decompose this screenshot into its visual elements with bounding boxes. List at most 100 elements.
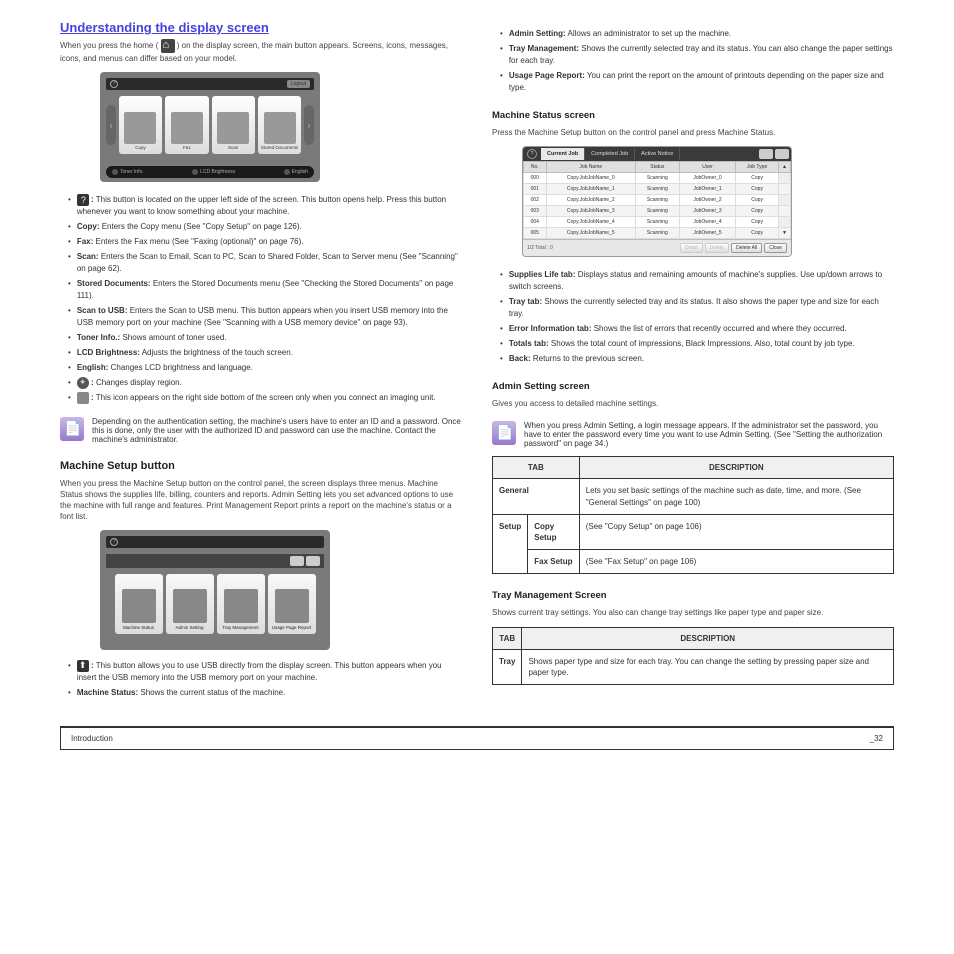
- list-item: •Usage Page Report: You can print the re…: [500, 70, 894, 94]
- detail-button[interactable]: Detail: [680, 243, 703, 253]
- topbar: ?: [106, 536, 324, 548]
- list-item: •Machine Status: Shows the current statu…: [68, 687, 462, 699]
- job-table: No. Job Name Status User Job Type ▲ 000C…: [523, 161, 791, 239]
- delete-button[interactable]: Delete: [705, 243, 729, 253]
- list-item: •LCD Brightness: Adjusts the brightness …: [68, 347, 462, 359]
- list-item: •Back: Returns to the previous screen.: [500, 353, 894, 365]
- subsection-intro: When you press the Machine Setup button …: [60, 478, 462, 523]
- copier-icon: [124, 112, 156, 144]
- right-top-bullets: •Admin Setting: Allows an administrator …: [492, 28, 894, 94]
- job-footer: 1/2 Total : 0 Detail Delete Delete All C…: [523, 239, 791, 256]
- table-row[interactable]: 002Copy.JobJobName_2ScanningJobOwner_2Co…: [524, 195, 791, 206]
- col-jobtype[interactable]: Job Type: [736, 162, 779, 173]
- status-bullets: •Supplies Life tab: Displays status and …: [492, 269, 894, 365]
- page: Understanding the display screen When yo…: [60, 20, 894, 750]
- tile-tray-mgmt[interactable]: Tray Management: [217, 574, 265, 634]
- setup-tiles: Machine Status Admin Setting Tray Manage…: [106, 574, 324, 634]
- col-no[interactable]: No.: [524, 162, 547, 173]
- bottom-bar: Toner Info. LCD Brightness English: [106, 166, 314, 178]
- home-icon: [161, 39, 175, 53]
- table-row[interactable]: 000Copy.JobJobName_0ScanningJobOwner_0Co…: [524, 173, 791, 184]
- usb-icon: [77, 660, 89, 672]
- tray-heading: Tray Management Screen: [492, 590, 894, 601]
- list-item: •Scan to USB: Enters the Scan to USB men…: [68, 305, 462, 329]
- tile-usage-report[interactable]: Usage Page Report: [268, 574, 316, 634]
- footer-left: Introduction: [71, 734, 113, 743]
- drum-icon: [77, 392, 89, 404]
- note-box: Depending on the authentication setting,…: [60, 417, 462, 444]
- header-tab: TAB: [493, 457, 580, 479]
- text: Shows current tray settings. You also ca…: [492, 607, 894, 618]
- tile-scan[interactable]: Scan: [212, 96, 255, 154]
- scroll-up-icon[interactable]: ▲: [779, 162, 791, 173]
- tile-copy[interactable]: Copy: [119, 96, 162, 154]
- text: Press the Machine Setup button on the co…: [492, 127, 894, 138]
- help-icon[interactable]: ?: [110, 80, 118, 88]
- tile-admin-setting[interactable]: Admin Setting: [166, 574, 214, 634]
- table-row[interactable]: 003Copy.JobJobName_3ScanningJobOwner_3Co…: [524, 206, 791, 217]
- report-icon: [275, 589, 309, 623]
- help-icon[interactable]: ?: [527, 149, 537, 159]
- list-item: •Scan: Enters the Scan to Email, Scan to…: [68, 251, 462, 275]
- note-icon: [492, 421, 516, 445]
- subbar: [106, 554, 324, 568]
- language[interactable]: English: [284, 169, 308, 175]
- list-item: • : Changes display region.: [68, 377, 462, 389]
- machine-setup-screenshot: ? Machine Status Admin Setting: [100, 530, 330, 650]
- tab-completed-job[interactable]: Completed Job: [585, 148, 635, 160]
- right-column: •Admin Setting: Allows an administrator …: [492, 20, 894, 702]
- list-item: •Tray Management: Shows the currently se…: [500, 43, 894, 67]
- col-status[interactable]: Status: [635, 162, 679, 173]
- tab-btn[interactable]: [775, 149, 789, 159]
- tile-stored-docs[interactable]: Stored Documents: [258, 96, 301, 154]
- documents-icon: [264, 112, 296, 144]
- list-item: •English: Changes LCD brightness and lan…: [68, 362, 462, 374]
- subbar-btn-2[interactable]: [306, 556, 320, 566]
- list-item: •Error Information tab: Shows the list o…: [500, 323, 894, 335]
- table-row[interactable]: 005Copy.JobJobName_5ScanningJobOwner_5Co…: [524, 228, 791, 239]
- tab-current-job[interactable]: Current Job: [541, 148, 585, 160]
- table-row: Fax Setup (See "Fax Setup" on page 106): [493, 550, 894, 574]
- footer-right: _32: [870, 734, 883, 743]
- brightness[interactable]: LCD Brightness: [192, 169, 235, 175]
- delete-all-button[interactable]: Delete All: [731, 243, 762, 253]
- subsection-title: Machine Setup button: [60, 460, 462, 472]
- machine-status-heading: Machine Status screen: [492, 110, 894, 121]
- tab-btn[interactable]: [759, 149, 773, 159]
- help-icon[interactable]: ?: [110, 538, 118, 546]
- tile-fax[interactable]: Fax: [165, 96, 208, 154]
- list-item: •Supplies Life tab: Displays status and …: [500, 269, 894, 293]
- col-jobname[interactable]: Job Name: [546, 162, 635, 173]
- list-item: •Tray tab: Shows the currently selected …: [500, 296, 894, 320]
- scroll-down-icon[interactable]: ▼: [779, 228, 791, 239]
- logout-button[interactable]: Logout: [287, 80, 310, 88]
- col-user[interactable]: User: [679, 162, 736, 173]
- toner-info[interactable]: Toner Info.: [112, 169, 144, 175]
- close-button[interactable]: Close: [764, 243, 787, 253]
- topbar: ? Logout: [106, 78, 314, 90]
- intro-text: When you press the home ( ) on the displ…: [60, 39, 462, 64]
- list-item: •Stored Documents: Enters the Stored Doc…: [68, 278, 462, 302]
- tray-icon: [224, 589, 258, 623]
- scanner-icon: [217, 112, 249, 144]
- tray-table: TAB DESCRIPTION Tray Shows paper type an…: [492, 627, 894, 685]
- tab-active-notice[interactable]: Active Notice: [635, 148, 680, 160]
- nav-left-icon[interactable]: ‹: [106, 105, 116, 145]
- admin-note: When you press Admin Setting, a login me…: [492, 421, 894, 448]
- gears-icon: [122, 589, 156, 623]
- table-row[interactable]: 001Copy.JobJobName_1ScanningJobOwner_1Co…: [524, 184, 791, 195]
- left-column: Understanding the display screen When yo…: [60, 20, 462, 702]
- setup-bullet-list: • : This button allows you to use USB di…: [60, 660, 462, 699]
- list-item: • : This button is located on the upper …: [68, 194, 462, 218]
- footer-count: 1/2 Total : 0: [527, 245, 553, 251]
- tile-row: ‹ Copy Fax Scan Stored: [106, 96, 314, 154]
- text: Gives you access to detailed machine set…: [492, 398, 894, 409]
- note-icon: [60, 417, 84, 441]
- subbar-btn-1[interactable]: [290, 556, 304, 566]
- table-row: Tray Shows paper type and size for each …: [493, 649, 894, 684]
- nav-right-icon[interactable]: ›: [304, 105, 314, 145]
- page-footer: Introduction _32: [60, 726, 894, 750]
- table-row[interactable]: 004Copy.JobJobName_4ScanningJobOwner_4Co…: [524, 217, 791, 228]
- table-row: Setup Copy Setup (See "Copy Setup" on pa…: [493, 514, 894, 549]
- tile-machine-status[interactable]: Machine Status: [115, 574, 163, 634]
